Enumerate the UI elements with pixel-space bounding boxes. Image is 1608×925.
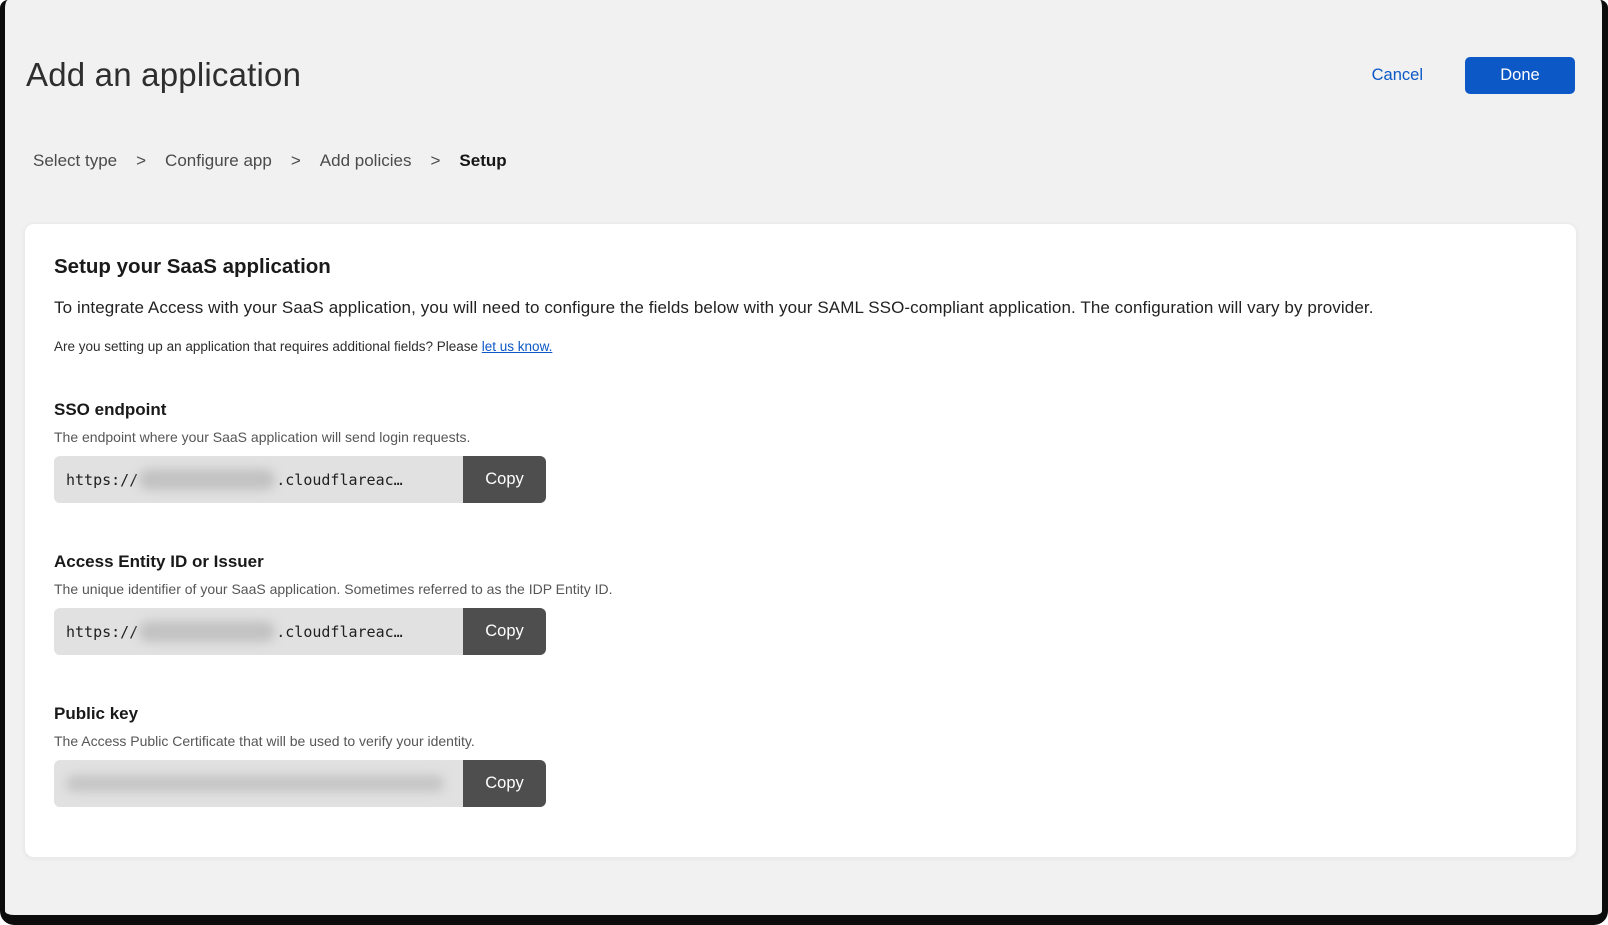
breadcrumb-step-setup: Setup: [459, 151, 506, 171]
sso-endpoint-value: https:// .cloudflareac…: [54, 456, 463, 503]
header-actions: Cancel Done: [1372, 57, 1575, 94]
page-header: Add an application Cancel Done: [19, 56, 1577, 94]
setup-card: Setup your SaaS application To integrate…: [24, 223, 1577, 858]
page-title: Add an application: [26, 56, 301, 94]
url-prefix: https://: [66, 623, 138, 641]
sso-endpoint-label: SSO endpoint: [54, 400, 1546, 420]
card-heading: Setup your SaaS application: [54, 255, 1546, 279]
field-sso-endpoint: SSO endpoint The endpoint where your Saa…: [54, 400, 1546, 503]
breadcrumb-step-add-policies[interactable]: Add policies: [320, 151, 412, 171]
public-key-value: [54, 760, 463, 807]
access-entity-id-value: https:// .cloudflareac…: [54, 608, 463, 655]
url-suffix: .cloudflareac…: [276, 471, 402, 489]
redacted-value: [66, 775, 444, 792]
card-note: Are you setting up an application that r…: [54, 339, 1546, 354]
breadcrumb-separator: >: [136, 151, 146, 171]
url-suffix: .cloudflareac…: [276, 623, 402, 641]
note-text: Are you setting up an application that r…: [54, 339, 482, 354]
card-intro-text: To integrate Access with your SaaS appli…: [54, 298, 1546, 318]
done-button[interactable]: Done: [1465, 57, 1575, 94]
redacted-value: [139, 621, 275, 642]
let-us-know-link[interactable]: let us know.: [482, 339, 553, 354]
cancel-button[interactable]: Cancel: [1372, 66, 1423, 85]
field-public-key: Public key The Access Public Certificate…: [54, 704, 1546, 807]
sso-endpoint-value-row: https:// .cloudflareac… Copy: [54, 456, 546, 503]
public-key-description: The Access Public Certificate that will …: [54, 733, 1546, 749]
breadcrumb-step-configure-app[interactable]: Configure app: [165, 151, 272, 171]
breadcrumb-step-select-type[interactable]: Select type: [33, 151, 117, 171]
url-prefix: https://: [66, 471, 138, 489]
add-application-page: Add an application Cancel Done Select ty…: [5, 56, 1602, 858]
redacted-value: [139, 469, 275, 490]
screenshot-frame: Add an application Cancel Done Select ty…: [0, 0, 1608, 925]
public-key-copy-button[interactable]: Copy: [463, 760, 546, 807]
sso-endpoint-description: The endpoint where your SaaS application…: [54, 429, 1546, 445]
breadcrumb-separator: >: [430, 151, 440, 171]
access-entity-id-copy-button[interactable]: Copy: [463, 608, 546, 655]
access-entity-id-label: Access Entity ID or Issuer: [54, 552, 1546, 572]
field-access-entity-id: Access Entity ID or Issuer The unique id…: [54, 552, 1546, 655]
breadcrumb-separator: >: [291, 151, 301, 171]
access-entity-id-value-row: https:// .cloudflareac… Copy: [54, 608, 546, 655]
public-key-label: Public key: [54, 704, 1546, 724]
sso-endpoint-copy-button[interactable]: Copy: [463, 456, 546, 503]
breadcrumb: Select type > Configure app > Add polici…: [19, 151, 1577, 171]
public-key-value-row: Copy: [54, 760, 546, 807]
access-entity-id-description: The unique identifier of your SaaS appli…: [54, 581, 1546, 597]
